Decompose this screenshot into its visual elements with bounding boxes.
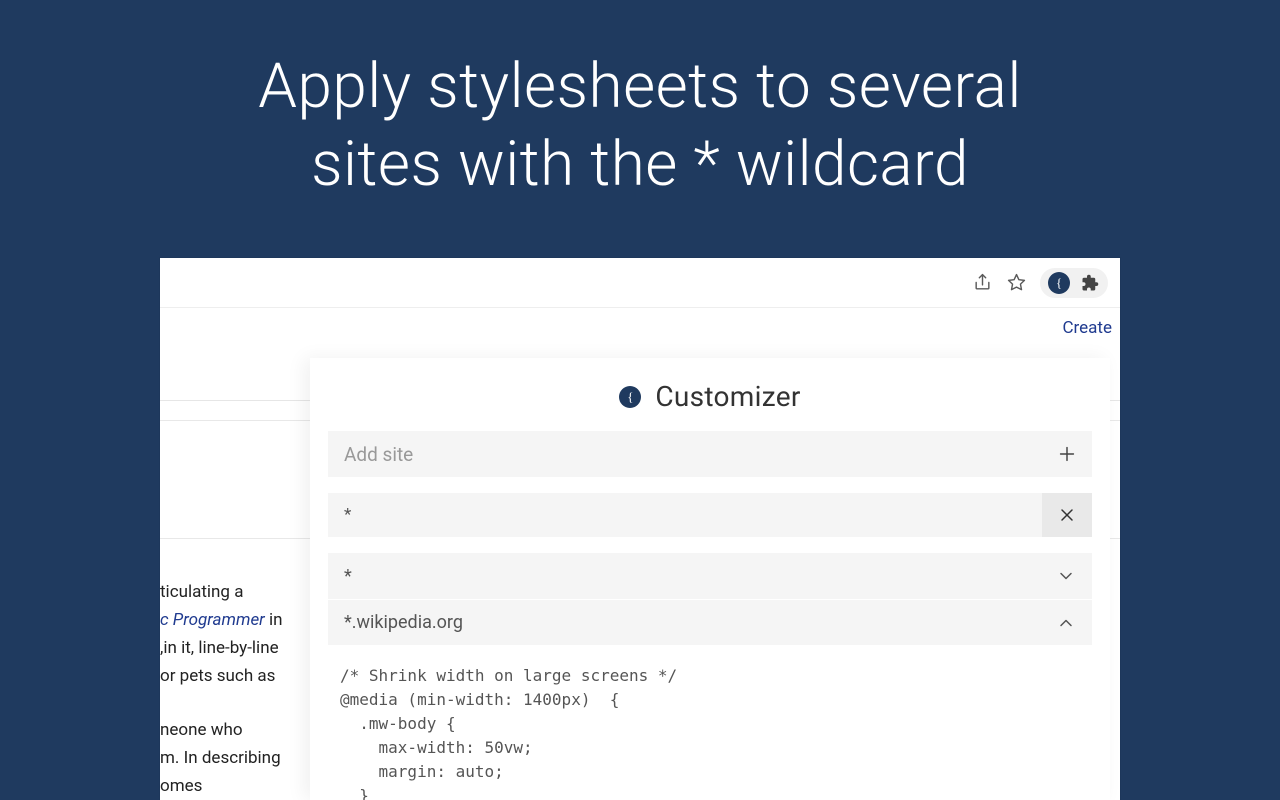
- text-fragment: ticulating a: [160, 578, 320, 606]
- headline-line-1: Apply stylesheets to several: [0, 48, 1280, 126]
- extension-pill[interactable]: {: [1040, 268, 1108, 298]
- browser-toolbar: {: [160, 258, 1120, 308]
- article-fragment: ticulating a c Programmer in in it, line…: [160, 578, 320, 800]
- current-site-input[interactable]: [328, 505, 1042, 525]
- star-icon[interactable]: [1006, 273, 1026, 293]
- promo-headline: Apply stylesheets to several sites with …: [0, 0, 1280, 203]
- blank-line: [160, 690, 320, 716]
- text-fragment: c Programmer in: [160, 606, 320, 634]
- popup-logo-icon: {: [619, 386, 641, 408]
- popup-title: Customizer: [655, 380, 800, 413]
- chevron-down-icon: [1056, 566, 1076, 586]
- extension-popup: { Customizer *: [310, 358, 1110, 800]
- headline-line-2: sites with the * wildcard: [0, 126, 1280, 204]
- sites-accordion: * *.wikipedia.org /* Shrink width on lar…: [328, 553, 1092, 800]
- accordion-label: *.wikipedia.org: [344, 612, 1056, 633]
- link-fragment[interactable]: c Programmer: [160, 610, 265, 630]
- text-fragment: in it, line-by-line,: [160, 634, 320, 662]
- popup-header: { Customizer: [328, 358, 1092, 431]
- share-icon[interactable]: [972, 273, 992, 293]
- browser-window: { Create ticulating a c Programmer in in…: [160, 258, 1120, 800]
- create-link[interactable]: Create: [1062, 318, 1112, 338]
- current-site-row: [328, 493, 1092, 537]
- accordion-label: *: [344, 566, 1056, 587]
- accordion-item-wildcard[interactable]: *: [328, 553, 1092, 599]
- text-fragment: omes: [160, 772, 320, 800]
- text-fragment: neone who: [160, 716, 320, 744]
- css-editor[interactable]: /* Shrink width on large screens */ @med…: [328, 645, 1092, 800]
- page-background: Create ticulating a c Programmer in in i…: [160, 308, 1120, 800]
- accordion-item-wikipedia[interactable]: *.wikipedia.org: [328, 599, 1092, 645]
- add-site-button[interactable]: [1042, 431, 1092, 477]
- add-site-input[interactable]: [328, 443, 1042, 466]
- extensions-puzzle-icon[interactable]: [1080, 273, 1100, 293]
- chevron-up-icon: [1056, 613, 1076, 633]
- text-fragment: or pets such as: [160, 662, 320, 690]
- text-fragment: m. In describing: [160, 744, 320, 772]
- add-site-row: [328, 431, 1092, 477]
- extension-logo-icon: {: [1048, 272, 1070, 294]
- remove-site-button[interactable]: [1042, 493, 1092, 537]
